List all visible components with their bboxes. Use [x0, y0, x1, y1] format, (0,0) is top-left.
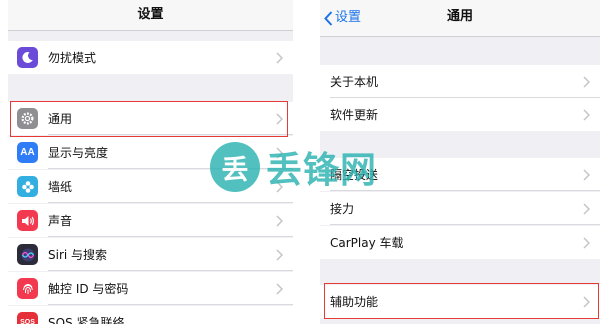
siri-icon: [17, 244, 38, 265]
back-button[interactable]: 设置: [324, 0, 361, 36]
chevron-right-icon: [276, 146, 283, 159]
chevron-right-icon: [583, 295, 590, 308]
fingerprint-icon: [17, 278, 38, 299]
general-item-software-update[interactable]: 软件更新: [320, 98, 600, 131]
general-item-label: 软件更新: [330, 108, 379, 122]
general-item-label: CarPlay 车载: [330, 236, 404, 250]
chevron-left-icon: [324, 10, 333, 26]
settings-panel: 设置 勿扰模式 通用 AA 显示与亮度 墙纸 声音 Siri 与搜索 触控 ID…: [8, 0, 293, 324]
settings-item-display-brightness[interactable]: AA 显示与亮度: [8, 136, 293, 169]
general-item-about[interactable]: 关于本机: [320, 65, 600, 98]
chevron-right-icon: [583, 168, 590, 181]
chevron-right-icon: [583, 202, 590, 215]
general-item-label: 辅助功能: [330, 295, 379, 309]
chevron-right-icon: [276, 180, 283, 193]
settings-item-label: 墙纸: [48, 180, 73, 194]
general-item-airdrop[interactable]: 隔空投送: [320, 158, 600, 191]
settings-item-emergency-sos[interactable]: SOS SOS 紧急联络: [8, 306, 293, 324]
nav-bar: 通用 设置: [320, 0, 600, 37]
flower-icon: [17, 176, 38, 197]
settings-item-label: 显示与亮度: [48, 146, 109, 160]
chevron-right-icon: [583, 108, 590, 121]
general-item-label: 隔空投送: [330, 168, 379, 182]
chevron-right-icon: [583, 236, 590, 249]
speaker-icon: [17, 210, 38, 231]
settings-item-label: 触控 ID 与密码: [48, 282, 129, 296]
moon-icon: [17, 47, 38, 68]
general-item-label: 关于本机: [330, 75, 379, 89]
page-title: 设置: [137, 7, 164, 22]
settings-item-label: 声音: [48, 214, 73, 228]
settings-item-wallpaper[interactable]: 墙纸: [8, 170, 293, 203]
settings-item-label: Siri 与搜索: [48, 248, 108, 262]
back-label: 设置: [335, 10, 362, 25]
page-title: 通用: [446, 9, 473, 24]
settings-item-sounds[interactable]: 声音: [8, 204, 293, 237]
nav-bar: 设置: [8, 0, 293, 31]
text-size-icon: AA: [17, 142, 38, 163]
general-item-handoff[interactable]: 接力: [320, 192, 600, 225]
chevron-right-icon: [276, 112, 283, 125]
settings-item-siri-search[interactable]: Siri 与搜索: [8, 238, 293, 271]
settings-item-touch-id-passcode[interactable]: 触控 ID 与密码: [8, 272, 293, 305]
chevron-right-icon: [276, 214, 283, 227]
general-panel: 通用 设置 关于本机 软件更新 隔空投送 接力 CarPlay 车载 辅助功能: [320, 0, 600, 324]
settings-item-label: 勿扰模式: [48, 51, 97, 65]
chevron-right-icon: [276, 248, 283, 261]
general-item-label: 接力: [330, 202, 355, 216]
chevron-right-icon: [276, 282, 283, 295]
sos-icon: SOS: [17, 312, 38, 324]
chevron-right-icon: [583, 75, 590, 88]
settings-item-general[interactable]: 通用: [8, 102, 293, 135]
general-item-carplay[interactable]: CarPlay 车载: [320, 226, 600, 259]
settings-item-label: 通用: [48, 112, 73, 126]
general-item-accessibility[interactable]: 辅助功能: [320, 285, 600, 318]
chevron-right-icon: [276, 51, 283, 64]
settings-item-do-not-disturb[interactable]: 勿扰模式: [8, 41, 293, 74]
gear-icon: [17, 108, 38, 129]
settings-item-label: SOS 紧急联络: [48, 316, 125, 324]
